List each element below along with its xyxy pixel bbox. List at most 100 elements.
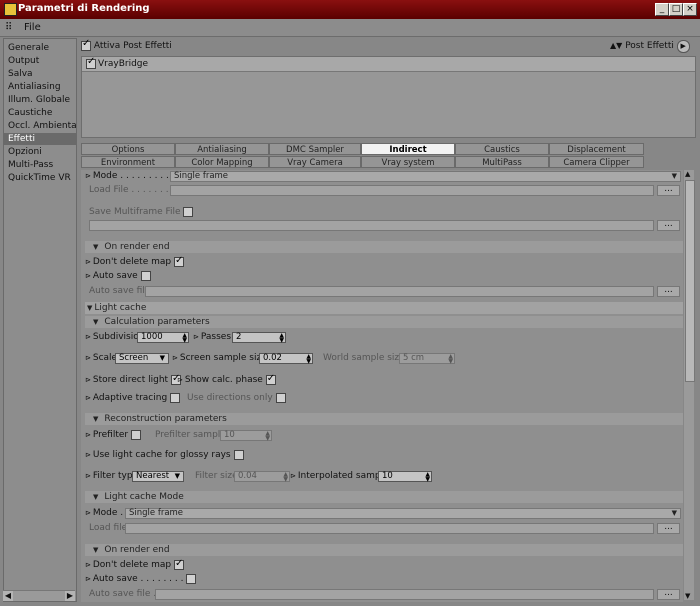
multiframe-file-field[interactable]: [89, 220, 654, 231]
auto-save-browse-button[interactable]: ...: [657, 286, 680, 297]
tab-displacement[interactable]: Displacement: [549, 143, 644, 155]
tab-environment[interactable]: Environment: [81, 156, 175, 168]
mode-dropdown[interactable]: Single frame ▼: [170, 171, 681, 182]
up-arrow-icon[interactable]: ▲▼: [610, 41, 622, 50]
tab-multipass[interactable]: MultiPass: [455, 156, 549, 168]
grip-icon[interactable]: ⠿: [5, 22, 12, 33]
dont-delete2-row: ⊳ Don't delete map: [85, 557, 184, 572]
activate-post-effects-label: Attiva Post Effetti: [93, 41, 172, 51]
light-cache-mode-dropdown[interactable]: Single frame ▼: [125, 508, 681, 519]
auto-save-row: ⊳ Auto save: [85, 269, 151, 283]
activate-post-effects-checkbox[interactable]: [81, 38, 91, 51]
auto-save-file-field[interactable]: [145, 286, 654, 297]
sidebar-item-salva[interactable]: Salva: [4, 68, 76, 80]
stepper-arrows-icon[interactable]: ▲ ▼: [182, 333, 187, 344]
maximize-button[interactable]: □: [669, 3, 683, 16]
sidebar-item-quicktime-vr[interactable]: QuickTime VR: [4, 172, 76, 184]
tab-camera-clipper[interactable]: Camera Clipper: [549, 156, 644, 168]
interpolated-samples-stepper[interactable]: 10 ▲ ▼: [378, 471, 432, 483]
scroll-left-icon[interactable]: ◀: [3, 591, 13, 601]
post-effects-menu[interactable]: ▲▼ Post Effetti ▶: [610, 40, 690, 53]
sidebar-item-opzioni[interactable]: Opzioni: [4, 146, 76, 158]
tab-options[interactable]: Options: [81, 143, 175, 155]
auto-save2-checkbox[interactable]: [186, 573, 197, 584]
load-file-field[interactable]: [170, 185, 654, 196]
load-file2-browse-button[interactable]: ...: [657, 523, 680, 534]
vraybridge-checkbox[interactable]: [86, 56, 96, 69]
auto-save2-browse-button[interactable]: ...: [657, 589, 680, 600]
tab-dmc-sampler[interactable]: DMC Sampler: [269, 143, 361, 155]
dont-delete-checkbox[interactable]: [173, 254, 184, 268]
screen-sample-size-stepper[interactable]: 0.02 ▲ ▼: [259, 353, 313, 365]
load-file2-label: Load file: [89, 523, 128, 533]
stepper-arrows-icon[interactable]: ▲ ▼: [265, 431, 270, 442]
close-button[interactable]: ×: [683, 3, 697, 16]
menu-bar: ⠿ File: [0, 19, 700, 37]
scale-dropdown[interactable]: Screen ▼: [115, 353, 169, 364]
load-file-browse-button[interactable]: ...: [657, 185, 680, 196]
sidebar-item-caustiche[interactable]: Caustiche: [4, 107, 76, 119]
scroll-down-icon[interactable]: ▼: [685, 592, 690, 600]
vraybridge-label: VrayBridge: [98, 59, 149, 69]
use-directions-only-checkbox[interactable]: [275, 392, 286, 403]
post-effects-label: Post Effetti: [625, 41, 674, 51]
tab-caustics[interactable]: Caustics: [455, 143, 549, 155]
light-cache-mode-section[interactable]: ▼ Light cache Mode: [85, 491, 683, 503]
scrollbar-thumb[interactable]: [685, 180, 695, 382]
sidebar-item-antialiasing[interactable]: Antialiasing: [4, 81, 76, 93]
minimize-button[interactable]: _: [655, 3, 669, 16]
post-effects-list: VrayBridge: [81, 56, 696, 138]
sidebar-horizontal-scrollbar[interactable]: ◀ ▶: [3, 590, 75, 601]
load-file2-field[interactable]: [125, 523, 654, 534]
sidebar: Generale Output Salva Antialiasing Illum…: [3, 38, 77, 602]
list-item[interactable]: VrayBridge: [82, 56, 695, 72]
auto-save-checkbox[interactable]: [140, 270, 151, 281]
forward-circle-icon[interactable]: ▶: [676, 40, 690, 53]
subdivisions-stepper[interactable]: 1000 ▲ ▼: [137, 332, 189, 344]
prefilter-samples-stepper[interactable]: 10 ▲ ▼: [220, 430, 272, 442]
sidebar-item-output[interactable]: Output: [4, 55, 76, 67]
sidebar-item-generale[interactable]: Generale: [4, 42, 76, 54]
filter-type-dropdown[interactable]: Nearest ▼: [132, 471, 184, 482]
save-multiframe-checkbox[interactable]: [183, 206, 194, 217]
title-bar: Parametri di Rendering _ □ ×: [0, 0, 700, 19]
tab-vray-system[interactable]: Vray system: [361, 156, 455, 168]
sidebar-item-occl-ambientale[interactable]: Occl. Ambientale: [4, 120, 76, 132]
auto-save-file2-field[interactable]: [155, 589, 654, 600]
tab-color-mapping[interactable]: Color Mapping: [175, 156, 269, 168]
world-sample-size-stepper[interactable]: 5 cm ▲ ▼: [399, 353, 455, 365]
tab-indirect-illumination[interactable]: Indirect illumination (GI): [361, 143, 455, 167]
sidebar-item-multi-pass[interactable]: Multi-Pass: [4, 159, 76, 171]
reconstruction-parameters-section[interactable]: ▼ Reconstruction parameters: [85, 413, 683, 425]
menu-file[interactable]: File: [24, 22, 41, 33]
multiframe-browse-button[interactable]: ...: [657, 220, 680, 231]
prefilter-checkbox[interactable]: [131, 429, 141, 440]
sidebar-item-illum-globale[interactable]: Illum. Globale: [4, 94, 76, 106]
show-calc-phase-checkbox[interactable]: [265, 372, 276, 386]
on-render-end-section[interactable]: ▼ On render end: [85, 241, 683, 253]
calculation-parameters-section[interactable]: ▼ Calculation parameters: [85, 316, 683, 328]
vertical-scrollbar[interactable]: ▲ ▼: [684, 170, 695, 600]
adaptive-tracing-checkbox[interactable]: [170, 392, 181, 403]
collapse-triangle-icon: ▼: [93, 318, 99, 326]
light-cache-section[interactable]: ▼ Light cache: [85, 302, 683, 314]
chevron-down-icon: ▼: [671, 172, 677, 180]
sidebar-item-effetti[interactable]: Effetti: [4, 133, 76, 145]
stepper-arrows-icon[interactable]: ▲ ▼: [283, 472, 288, 483]
stepper-arrows-icon[interactable]: ▲ ▼: [425, 472, 430, 483]
on-render-end2-section[interactable]: ▼ On render end: [85, 544, 683, 556]
scroll-up-icon[interactable]: ▲: [685, 170, 690, 178]
chevron-down-icon: ▼: [671, 509, 677, 517]
dont-delete2-checkbox[interactable]: [173, 557, 184, 571]
use-light-cache-glossy-checkbox[interactable]: [233, 449, 244, 460]
tab-vray-camera[interactable]: Vray Camera: [269, 156, 361, 168]
scroll-right-icon[interactable]: ▶: [65, 591, 75, 601]
stepper-arrows-icon[interactable]: ▲ ▼: [306, 354, 311, 365]
stepper-arrows-icon[interactable]: ▲ ▼: [448, 354, 453, 365]
filter-size-stepper[interactable]: 0.04 ▲ ▼: [234, 471, 290, 483]
collapse-triangle-icon: ▼: [87, 304, 93, 312]
tab-antialiasing[interactable]: Antialiasing: [175, 143, 269, 155]
passes-stepper[interactable]: 2 ▲ ▼: [232, 332, 286, 344]
prefilter-row: ⊳ Prefilter: [85, 428, 141, 442]
stepper-arrows-icon[interactable]: ▲ ▼: [279, 333, 284, 344]
